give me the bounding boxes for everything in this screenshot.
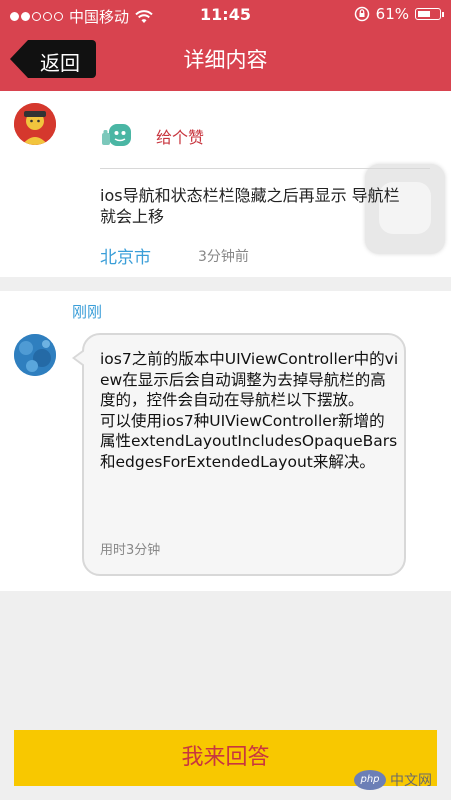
like-row[interactable]: 给个赞 [100, 121, 204, 151]
answer-bubble: ios7之前的版本中UIViewController中的view在显示后会自动调… [72, 333, 406, 576]
page-title: 详细内容 [183, 48, 268, 72]
user-avatar-icon [14, 334, 56, 376]
answerer-avatar[interactable] [14, 334, 56, 376]
php-logo: php [354, 770, 386, 790]
answer-duration: 用时3分钟 [100, 543, 161, 558]
status-right: 61% [354, 5, 444, 23]
asker-avatar[interactable] [14, 103, 56, 145]
status-bar: 中国移动 11:45 61% [0, 0, 451, 30]
user-avatar-icon [14, 103, 56, 145]
watermark-text: 中文网 [390, 773, 432, 789]
answer-time: 刚刚 [72, 303, 103, 321]
answer-card: 刚刚 ios7之前的版本中UIViewController中的view在显示后会… [0, 291, 451, 591]
divider [100, 168, 430, 169]
question-text: ios导航和状态栏栏隐藏之后再显示 导航栏就会上移 [100, 186, 400, 226]
like-robot-icon [102, 124, 131, 146]
orientation-lock-icon [354, 6, 369, 22]
question-time: 3分钟前 [198, 249, 249, 265]
like-label: 给个赞 [156, 128, 205, 147]
answer-text: ios7之前的版本中UIViewController中的view在显示后会自动调… [100, 350, 399, 471]
battery-icon [415, 8, 444, 20]
question-city[interactable]: 北京市 [100, 243, 151, 268]
question-card: 给个赞 ios导航和状态栏栏隐藏之后再显示 导航栏就会上移 北京市 3分钟前 [0, 91, 451, 277]
top-bar: 中国移动 11:45 61% 返回 详细内容 [0, 0, 451, 91]
battery-percent: 61% [375, 5, 409, 23]
site-watermark: php 中文网 [354, 768, 444, 792]
